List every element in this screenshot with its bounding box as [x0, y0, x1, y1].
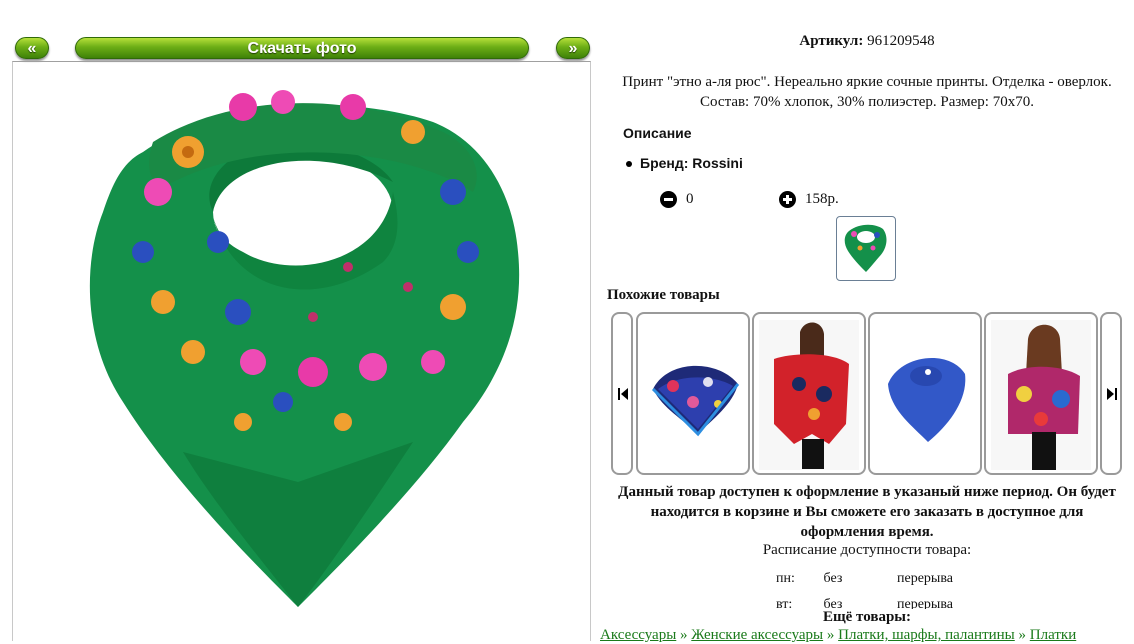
- category-breadcrumbs: Аксессуары » Женские аксессуары » Платки…: [600, 627, 1077, 643]
- notice-line-2: находится в корзине и Вы сможете его зак…: [650, 504, 1084, 520]
- next-photo-button[interactable]: »: [556, 37, 590, 59]
- article-line: Артикул: 961209548: [600, 33, 1134, 50]
- description-section-title: Описание: [623, 125, 692, 141]
- skip-forward-icon: [1107, 388, 1117, 400]
- schedule-row: пн: без перерыва: [776, 571, 953, 587]
- schedule-row: вт: без перерыва: [776, 597, 953, 609]
- schedule-day: пн:: [776, 571, 795, 586]
- brand-label: Бренд: Rossini: [640, 155, 743, 171]
- product-photo-scarf: [89, 90, 520, 607]
- skip-back-icon: [618, 388, 628, 400]
- download-photo-button[interactable]: Скачать фото: [75, 37, 529, 59]
- plus-icon[interactable]: [779, 191, 796, 209]
- similar-product-card-2[interactable]: [752, 312, 866, 475]
- breadcrumb-link[interactable]: Платки, шарфы, палантины: [838, 627, 1015, 643]
- schedule-title: Расписание доступности товара:: [762, 542, 972, 558]
- description-line-1: Принт "этно а-ля рюс". Нереально яркие с…: [622, 74, 1112, 90]
- carousel-prev-button[interactable]: [611, 312, 633, 475]
- notice-line-1: Данный товар доступен к оформление в ука…: [618, 484, 1116, 500]
- similar-product-card-4[interactable]: [984, 312, 1098, 475]
- article-label: Артикул:: [799, 33, 864, 49]
- brand-item: Бренд: Rossini: [626, 155, 743, 171]
- carousel-next-button[interactable]: [1100, 312, 1122, 475]
- bullet-icon: [626, 161, 632, 168]
- similar-products-title: Похожие товары: [607, 287, 720, 303]
- product-photo-frame: [12, 61, 591, 641]
- quantity-value: 0: [686, 191, 694, 207]
- minus-icon[interactable]: [660, 191, 677, 209]
- description-line-2: Состав: 70% хлопок, 30% полиэстер. Разме…: [700, 94, 1034, 110]
- product-thumbnail[interactable]: [836, 216, 896, 281]
- similar-product-image-4: [991, 320, 1091, 470]
- add-to-cart-control: 158р.: [779, 191, 839, 209]
- schedule-from: без: [823, 571, 843, 586]
- price-value: 158р.: [805, 191, 839, 207]
- breadcrumb-link[interactable]: Женские аксессуары: [691, 627, 823, 643]
- availability-notice: Данный товар доступен к оформление в ука…: [600, 482, 1134, 542]
- schedule-day: вт:: [776, 597, 793, 609]
- notice-line-3: оформления время.: [800, 524, 934, 540]
- previous-photo-button[interactable]: «: [15, 37, 49, 59]
- more-products-title: Ещё товары:: [822, 609, 912, 625]
- similar-product-image-1: [651, 365, 740, 437]
- quantity-control: 0: [660, 191, 694, 209]
- similar-product-card-1[interactable]: [636, 312, 750, 475]
- similar-product-image-3: [888, 357, 966, 442]
- similar-product-image-2: [759, 320, 859, 470]
- schedule-to: перерыва: [897, 571, 953, 586]
- product-description: Принт "этно а-ля рюс". Нереально яркие с…: [600, 72, 1134, 112]
- schedule-from: без: [823, 597, 843, 609]
- article-value: 961209548: [867, 33, 935, 49]
- breadcrumb-link[interactable]: Аксессуары: [600, 627, 676, 643]
- breadcrumb-link[interactable]: Платки: [1030, 627, 1076, 643]
- similar-product-card-3[interactable]: [868, 312, 982, 475]
- thumbnail-scarf-image: [844, 224, 887, 272]
- schedule-to: перерыва: [897, 597, 953, 609]
